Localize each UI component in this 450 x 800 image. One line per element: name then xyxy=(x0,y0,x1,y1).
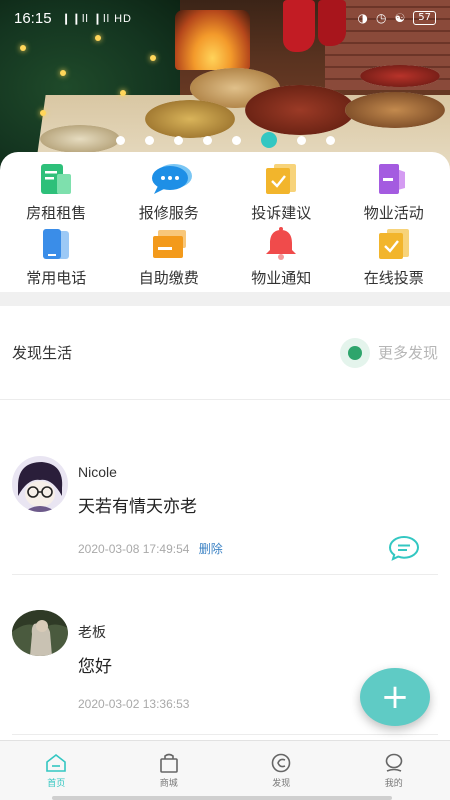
home-indicator xyxy=(52,796,392,800)
post-meta: 2020-03-08 17:49:54 删除 xyxy=(78,540,223,557)
chat-bubble-icon xyxy=(150,162,192,196)
house-doc-icon xyxy=(37,162,75,196)
banner-light xyxy=(20,45,26,51)
status-icons: ◑ ◷ ☯ 57 xyxy=(358,11,436,25)
service-label: 自助缴费 xyxy=(138,269,199,287)
tab-label: 我的 xyxy=(384,778,403,789)
service-item[interactable]: 自助缴费 xyxy=(113,227,226,291)
post-author: 老板 xyxy=(78,624,106,640)
services-grid: 房租租售 报修服务 投诉建议 物业活动常用电话 自助缴费 物业通知 在线投票 xyxy=(0,152,450,292)
tab-home[interactable]: 首页 xyxy=(0,741,113,800)
service-label: 物业通知 xyxy=(251,269,312,287)
mute-icon: ◑ xyxy=(357,11,369,25)
app-screen: 16:15 ❙❙ll ❙ll HD ◑ ◷ ☯ 57 房租租售 报修服务 投诉建议物… xyxy=(0,0,450,800)
bottom-tab-bar: 首页 商城 发现 我的 xyxy=(0,740,450,800)
carousel-dot[interactable] xyxy=(325,135,335,145)
discover-header: 发现生活 更多发现 xyxy=(0,306,450,400)
bell-icon xyxy=(262,227,300,261)
post-content: 您好 xyxy=(78,657,112,677)
post-time: 2020-03-02 13:36:53 xyxy=(78,697,190,711)
service-label: 物业活动 xyxy=(363,204,424,222)
post-divider xyxy=(12,574,438,575)
carousel-dot[interactable] xyxy=(231,135,241,145)
compass-icon xyxy=(270,753,292,773)
vote-folder-icon xyxy=(375,227,413,261)
post-divider xyxy=(12,734,438,735)
add-post-button[interactable]: + xyxy=(360,668,430,726)
tab-user[interactable]: 我的 xyxy=(338,741,450,800)
banner-dish xyxy=(360,65,440,87)
service-item[interactable]: 物业活动 xyxy=(338,162,450,226)
carousel-dot[interactable] xyxy=(115,135,125,145)
service-label: 在线投票 xyxy=(363,269,424,287)
tab-shopping-bag[interactable]: 商城 xyxy=(113,741,226,800)
tab-label: 发现 xyxy=(272,778,291,789)
service-label: 投诉建议 xyxy=(251,204,312,222)
service-item[interactable]: 常用电话 xyxy=(0,227,113,291)
more-discover-button[interactable]: 更多发现 xyxy=(339,337,438,368)
avatar[interactable] xyxy=(12,456,68,512)
banner-dish xyxy=(245,85,355,135)
tab-label: 首页 xyxy=(47,778,66,789)
tab-label: 商城 xyxy=(159,778,178,789)
post-content: 天若有情天亦老 xyxy=(78,497,197,517)
post-author: Nicole xyxy=(78,464,117,480)
carousel-dot[interactable] xyxy=(173,135,183,145)
status-bar: 16:15 ❙❙ll ❙ll HD ◑ ◷ ☯ 57 xyxy=(0,0,450,36)
carousel-indicator[interactable] xyxy=(0,132,450,148)
service-item[interactable]: 物业通知 xyxy=(225,227,338,291)
headset-icon: ☯ xyxy=(394,11,406,25)
user-icon xyxy=(383,753,405,773)
banner-light xyxy=(120,90,126,96)
more-discover-label: 更多发现 xyxy=(377,344,438,362)
delete-button[interactable]: 删除 xyxy=(199,542,223,556)
banner-light xyxy=(40,110,46,116)
home-icon xyxy=(45,753,67,773)
comment-icon[interactable] xyxy=(388,535,420,561)
service-item[interactable]: 投诉建议 xyxy=(225,162,338,226)
post-item[interactable]: Nicole 天若有情天亦老 2020-03-08 17:49:54 删除 xyxy=(0,440,450,575)
post-time: 2020-03-08 17:49:54 xyxy=(78,542,190,556)
service-item[interactable]: 在线投票 xyxy=(338,227,450,291)
banner-dish xyxy=(345,92,445,128)
shopping-bag-icon xyxy=(158,753,180,773)
wallet-icon xyxy=(150,227,188,261)
service-label: 房租租售 xyxy=(26,204,87,222)
signal-icon: ❙❙ll ❙ll HD xyxy=(61,12,132,25)
carousel-dot[interactable] xyxy=(296,135,306,145)
battery-icon: 57 xyxy=(413,11,436,25)
check-folder-icon xyxy=(262,162,300,196)
service-item[interactable]: 房租租售 xyxy=(0,162,113,226)
section-divider xyxy=(0,292,450,306)
banner-light xyxy=(60,70,66,76)
carousel-dot[interactable] xyxy=(202,135,212,145)
avatar[interactable] xyxy=(12,610,68,656)
banner-light xyxy=(150,55,156,61)
phone-icon xyxy=(37,227,75,261)
service-item[interactable]: 报修服务 xyxy=(113,162,226,226)
status-time: 16:15 xyxy=(14,9,52,27)
service-label: 常用电话 xyxy=(26,269,87,287)
alarm-icon: ◷ xyxy=(376,11,387,25)
carousel-dot[interactable] xyxy=(144,135,154,145)
discover-dot-icon xyxy=(339,337,370,368)
discover-title: 发现生活 xyxy=(12,344,73,362)
flag-icon xyxy=(375,162,413,196)
tab-compass[interactable]: 发现 xyxy=(225,741,338,800)
service-label: 报修服务 xyxy=(138,204,199,222)
carousel-dot[interactable] xyxy=(260,132,277,148)
